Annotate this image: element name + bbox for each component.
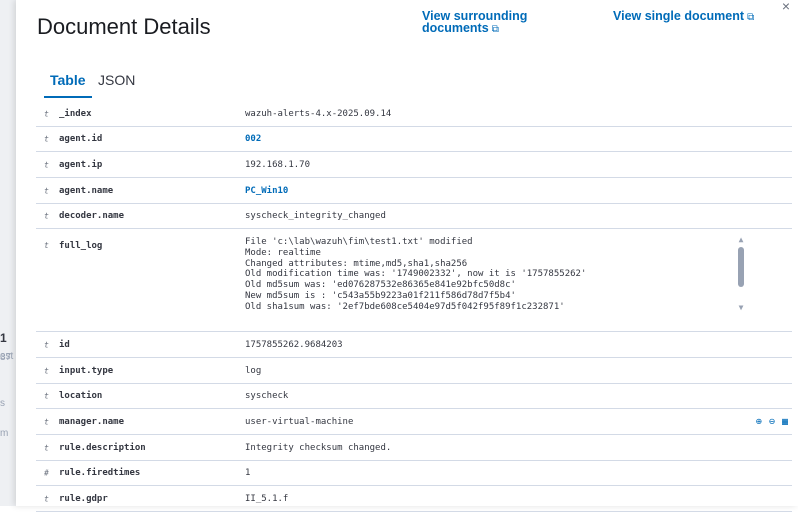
field-value: 192.168.1.70	[245, 159, 311, 170]
bg-fragment: s	[0, 398, 5, 409]
field-value: user-virtual-machine	[245, 416, 354, 427]
string-type-icon: t	[44, 366, 49, 375]
table-row: # rule.firedtimes 1	[36, 461, 792, 486]
field-value: II_5.1.f	[245, 493, 289, 504]
field-value: wazuh-alerts-4.x-2025.09.14	[245, 109, 392, 119]
table-row: t location syscheck	[36, 384, 792, 409]
field-name: agent.id	[59, 134, 103, 144]
string-type-icon: t	[44, 417, 49, 426]
tab-bar: Table JSON	[36, 66, 796, 98]
table-row-full-log: t full_log File 'c:\lab\wazuh\fim\test1.…	[36, 229, 792, 332]
field-name: agent.name	[59, 185, 114, 196]
field-value: log	[245, 365, 262, 376]
field-name: _index	[59, 109, 92, 119]
string-type-icon: t	[44, 340, 49, 349]
full-log-scrollbar[interactable]: ▲ ▼	[736, 235, 746, 315]
underlying-page: est 1 37 s m	[0, 0, 16, 506]
scroll-up-icon[interactable]: ▲	[736, 235, 746, 244]
view-surrounding-documents-link[interactable]: View surrounding documents ⧉	[422, 10, 562, 36]
field-value-link[interactable]: 002	[245, 134, 261, 144]
field-name: input.type	[59, 365, 114, 376]
bg-fragment: 1	[0, 331, 7, 345]
field-value: Integrity checksum changed.	[245, 442, 392, 453]
string-type-icon: t	[44, 211, 49, 221]
string-type-icon: t	[44, 391, 49, 401]
table-column-icon[interactable]: ▦	[782, 416, 788, 427]
document-details-flyout: × Document Details View surrounding docu…	[16, 0, 798, 512]
string-type-icon: t	[44, 494, 49, 503]
field-name: rule.description	[59, 442, 146, 453]
table-row: t agent.ip 192.168.1.70	[36, 152, 792, 178]
tab-json[interactable]: JSON	[98, 66, 135, 96]
document-table: t _index wazuh-alerts-4.x-2025.09.14 t a…	[36, 102, 792, 512]
page-title: Document Details	[37, 14, 211, 39]
table-row: t agent.name PC_Win10	[36, 178, 792, 204]
string-type-icon: t	[44, 109, 49, 119]
bg-fragment: m	[0, 428, 9, 439]
field-value: 1757855262.9684203	[245, 339, 343, 350]
table-row: t agent.id 002	[36, 127, 792, 152]
field-value: 1	[245, 468, 251, 478]
field-name: manager.name	[59, 416, 125, 427]
field-name: full_log	[59, 241, 103, 251]
close-icon[interactable]: ×	[778, 0, 794, 14]
full-log-value[interactable]: File 'c:\lab\wazuh\fim\test1.txt' modifi…	[245, 237, 735, 313]
field-name: decoder.name	[59, 211, 125, 221]
view-surrounding-label: View surrounding documents	[422, 9, 528, 35]
row-actions: ⊕ ⊖ ▦	[749, 416, 788, 427]
table-row: t _index wazuh-alerts-4.x-2025.09.14	[36, 102, 792, 127]
field-value: syscheck_integrity_changed	[245, 211, 386, 221]
field-name: agent.ip	[59, 159, 103, 170]
magnifier-minus-icon[interactable]: ⊖	[769, 416, 775, 427]
external-link-icon: ⧉	[491, 24, 499, 35]
table-row: t rule.description Integrity checksum ch…	[36, 435, 792, 461]
field-name: id	[59, 339, 70, 350]
table-row: t manager.name user-virtual-machine ⊕ ⊖ ▦	[36, 409, 792, 435]
string-type-icon: t	[44, 241, 49, 250]
field-value: syscheck	[245, 391, 289, 401]
string-type-icon: t	[44, 186, 49, 195]
table-row: t rule.gdpr II_5.1.f	[36, 486, 792, 512]
string-type-icon: t	[44, 134, 49, 144]
table-row: t id 1757855262.9684203	[36, 332, 792, 358]
string-type-icon: t	[44, 160, 49, 169]
scrollbar-thumb[interactable]	[738, 247, 744, 287]
bg-fragment: 37	[0, 352, 12, 363]
field-name: rule.gdpr	[59, 493, 108, 504]
table-row: t decoder.name syscheck_integrity_change…	[36, 204, 792, 229]
scroll-down-icon[interactable]: ▼	[736, 303, 746, 312]
view-single-document-link[interactable]: View single document ⧉	[613, 10, 754, 24]
external-link-icon: ⧉	[747, 12, 755, 23]
magnifier-plus-icon[interactable]: ⊕	[756, 416, 762, 427]
number-type-icon: #	[44, 468, 49, 478]
field-name: location	[59, 391, 103, 401]
field-name: rule.firedtimes	[59, 468, 141, 478]
string-type-icon: t	[44, 443, 49, 452]
table-row: t input.type log	[36, 358, 792, 384]
field-value-link[interactable]: PC_Win10	[245, 186, 288, 196]
tab-table[interactable]: Table	[44, 66, 92, 98]
view-single-label: View single document	[613, 9, 745, 23]
